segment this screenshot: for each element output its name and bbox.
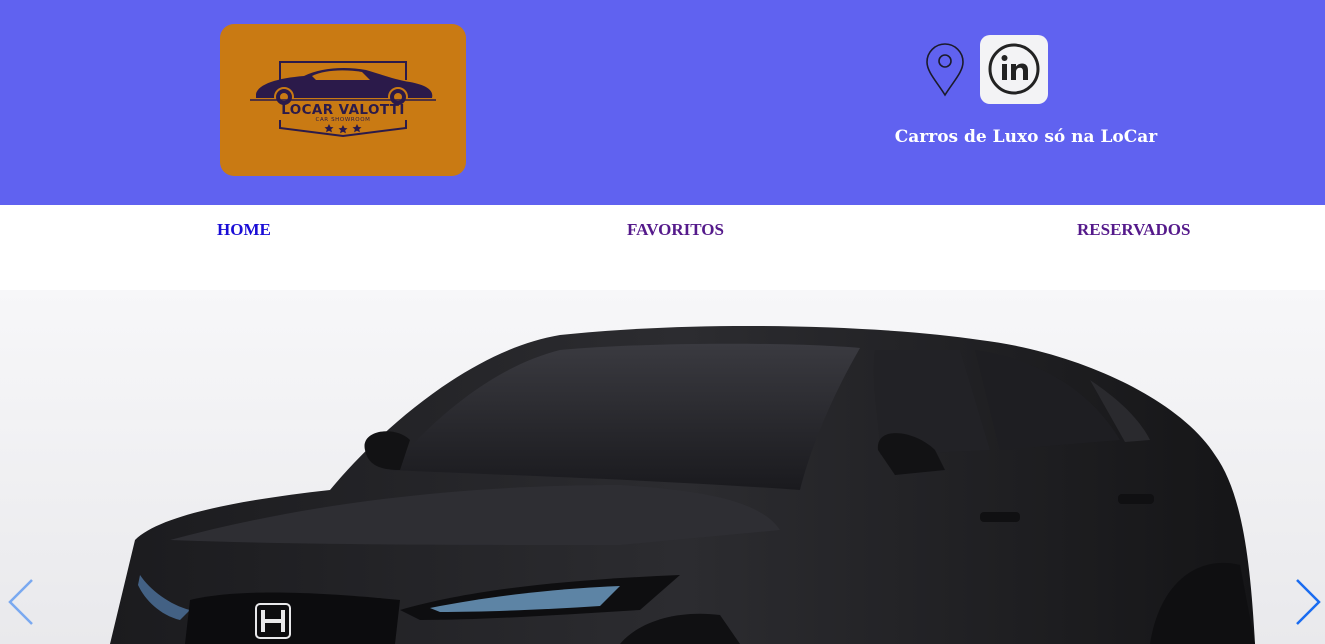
location-pin-icon[interactable] xyxy=(924,42,966,97)
main-nav: HOME FAVORITOS RESERVADOS xyxy=(0,205,1325,290)
carousel-slide-car-image xyxy=(0,290,1325,644)
brand-logo[interactable]: LOCAR VALOTTI CAR SHOWROOM xyxy=(220,24,466,176)
site-header: LOCAR VALOTTI CAR SHOWROOM Carros de Lux… xyxy=(0,0,1325,205)
logo-subtitle: CAR SHOWROOM xyxy=(315,117,371,123)
chevron-right-icon[interactable] xyxy=(1293,578,1323,626)
nav-reservados-link[interactable]: RESERVADOS xyxy=(1077,220,1190,240)
car-carousel[interactable] xyxy=(0,290,1325,644)
nav-home-link[interactable]: HOME xyxy=(217,220,271,240)
header-tagline: Carros de Luxo só na LoCar xyxy=(894,127,1158,147)
linkedin-icon[interactable] xyxy=(980,35,1048,104)
chevron-left-icon[interactable] xyxy=(6,578,36,626)
sports-car-logo-icon xyxy=(250,61,436,138)
logo-title: LOCAR VALOTTI xyxy=(281,102,405,118)
nav-favoritos-link[interactable]: FAVORITOS xyxy=(627,220,724,240)
